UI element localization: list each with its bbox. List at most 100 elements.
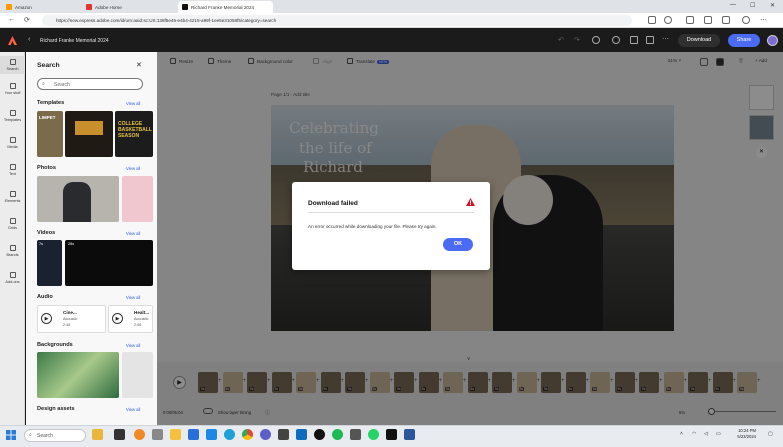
widgets-icon[interactable] [92, 429, 103, 440]
mail-icon[interactable] [206, 429, 217, 440]
video-duration: 28s [68, 242, 75, 246]
read-aloud-icon[interactable] [648, 16, 656, 24]
wifi-icon[interactable]: ◠ [692, 431, 696, 437]
rail-brands[interactable]: Brands [0, 245, 25, 257]
tab-amazon[interactable]: Amazon [2, 1, 32, 13]
search-input[interactable]: ⌕ Search [37, 78, 143, 90]
download-button[interactable]: Download [678, 34, 720, 47]
word-icon[interactable] [404, 429, 415, 440]
rail-elements[interactable]: Elements [0, 191, 25, 203]
more-options-icon[interactable]: ⋯ [662, 35, 669, 43]
templates-icon [9, 110, 16, 116]
battery-icon[interactable]: ▭ [716, 431, 721, 437]
outlook-icon[interactable] [296, 429, 307, 440]
ok-button[interactable]: OK [443, 238, 473, 251]
template-thumb[interactable]: COLLEGE BASKETBALL SEASON [115, 111, 153, 157]
tab-adobe-home[interactable]: Adobe Home [82, 1, 162, 13]
templates-view-all[interactable]: View all [126, 101, 140, 106]
app-icon[interactable] [188, 429, 199, 440]
back-icon[interactable]: ← [8, 16, 15, 23]
app-icon[interactable] [278, 429, 289, 440]
file-explorer-icon[interactable] [170, 429, 181, 440]
chevron-left-icon[interactable]: ‹ [28, 36, 30, 43]
audio-view-all[interactable]: View all [126, 295, 140, 300]
rail-grids[interactable]: Grids [0, 218, 25, 230]
app-icon[interactable] [350, 429, 361, 440]
more-icon[interactable]: ⋯ [760, 16, 767, 24]
rail-label: Media [7, 145, 18, 149]
photos-view-all[interactable]: View all [126, 166, 140, 171]
photos-heading: Photos [37, 165, 56, 171]
undo-icon[interactable]: ↶ [558, 36, 564, 44]
photo-subject [63, 182, 91, 222]
app-icon[interactable] [260, 429, 271, 440]
whatsapp-icon[interactable] [368, 429, 379, 440]
invite-icon[interactable] [592, 36, 600, 44]
video-thumb[interactable]: 28s [65, 240, 153, 286]
express-favicon-icon [182, 4, 188, 10]
search-placeholder: Search [54, 82, 70, 88]
tray-clock[interactable]: 10:24 PM 5/23/2024 [726, 428, 756, 440]
collections-icon[interactable] [722, 16, 730, 24]
brand-icon [9, 245, 16, 251]
rail-your-stuff[interactable]: Your stuff [0, 83, 25, 95]
volume-icon[interactable]: ◁ [704, 431, 708, 437]
task-view-icon[interactable] [114, 429, 125, 440]
taskbar-search[interactable]: ⌕ Search [24, 429, 86, 442]
profile-icon[interactable] [742, 16, 750, 24]
chat-icon[interactable] [646, 36, 654, 44]
photo-thumb[interactable] [37, 176, 119, 222]
minimize-icon[interactable]: — [730, 2, 736, 8]
background-thumb[interactable] [37, 352, 119, 398]
template-thumb[interactable] [65, 111, 113, 157]
rail-text[interactable]: Text [0, 164, 25, 176]
favorites-bar-icon[interactable] [704, 16, 712, 24]
edge-icon[interactable] [224, 429, 235, 440]
close-window-icon[interactable]: ✕ [770, 2, 775, 9]
share-button[interactable]: Share [728, 34, 760, 47]
redo-icon[interactable]: ↷ [574, 36, 580, 44]
adobe-express-icon[interactable] [386, 429, 397, 440]
idea-icon[interactable] [612, 36, 620, 44]
refresh-icon[interactable]: ⟳ [24, 16, 30, 24]
background-thumb[interactable] [122, 352, 153, 398]
audio-duration: 2:45 [63, 323, 71, 327]
avatar[interactable] [767, 35, 778, 46]
addons-icon [9, 272, 16, 278]
play-icon[interactable]: ▶ [41, 313, 52, 324]
video-thumb[interactable]: 7s [37, 240, 62, 286]
rail-media[interactable]: Media [0, 137, 25, 149]
spotify-icon[interactable] [332, 429, 343, 440]
notifications-icon[interactable]: ▢ [768, 431, 773, 437]
rail-search[interactable]: Search [0, 56, 25, 74]
tab-label: Amazon [15, 4, 32, 10]
chrome-icon[interactable] [242, 429, 253, 440]
design-assets-view-all[interactable]: View all [126, 407, 140, 412]
audio-track[interactable]: ▶ Cine... Acoustic 2:45 [37, 305, 106, 333]
backgrounds-view-all[interactable]: View all [126, 343, 140, 348]
audio-track[interactable]: ▶ Healt... Acoustic 2:06 [108, 305, 153, 333]
media-player-icon[interactable] [314, 429, 325, 440]
rail-addons[interactable]: Add-ons [0, 272, 25, 284]
url-field[interactable]: https://new.express.adobe.com/id/urn:aai… [42, 15, 632, 26]
comment-icon[interactable] [630, 36, 638, 44]
videos-view-all[interactable]: View all [126, 231, 140, 236]
play-icon[interactable]: ▶ [112, 313, 123, 324]
taskbar-search-placeholder: Search [37, 433, 53, 439]
close-panel-icon[interactable]: ✕ [136, 61, 142, 69]
favorite-icon[interactable] [664, 16, 672, 24]
project-title[interactable]: Richard Franke Memorial 2024 [40, 38, 109, 44]
template-thumb[interactable]: LIMPET [37, 111, 63, 157]
backgrounds-heading: Backgrounds [37, 342, 73, 348]
rail-templates[interactable]: Templates [0, 110, 25, 122]
windows-start-icon[interactable] [6, 430, 16, 440]
tab-richard-franke[interactable]: Richard Franke Memorial 2024 [178, 1, 273, 13]
app-icon[interactable] [134, 429, 145, 440]
tray-chevron-icon[interactable]: ˄ [680, 431, 683, 437]
maximize-icon[interactable]: ☐ [750, 2, 755, 9]
app-icon[interactable] [152, 429, 163, 440]
template-text: LIMPET [39, 115, 56, 120]
elements-icon [9, 191, 16, 197]
photo-thumb[interactable] [122, 176, 153, 222]
split-screen-icon[interactable] [686, 16, 694, 24]
